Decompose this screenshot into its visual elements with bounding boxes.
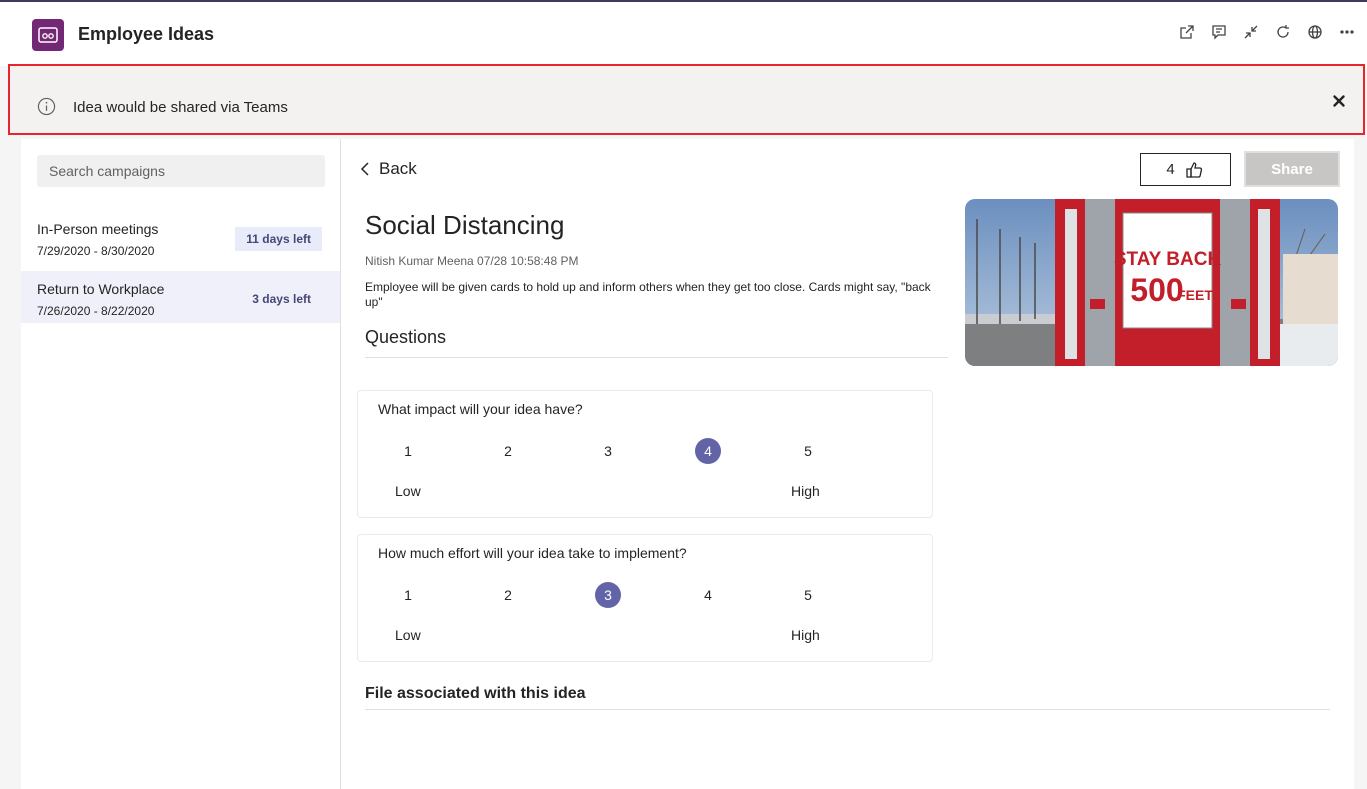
- popout-icon[interactable]: [1177, 22, 1197, 42]
- close-icon[interactable]: [1331, 93, 1347, 109]
- more-icon[interactable]: [1337, 22, 1357, 42]
- rating-option-2[interactable]: 2: [495, 438, 521, 464]
- scale-high-label: High: [791, 627, 820, 643]
- idea-description: Employee will be given cards to hold up …: [365, 280, 931, 309]
- idea-detail-panel: Back 4 Share Social Distancing Nitish Ku…: [341, 139, 1354, 789]
- chat-icon[interactable]: [1209, 22, 1229, 42]
- rating-option-1[interactable]: 1: [395, 582, 421, 608]
- like-button[interactable]: 4: [1140, 153, 1231, 186]
- app-header: Employee Ideas: [0, 0, 1367, 66]
- app-logo-icon: [32, 19, 64, 51]
- scale-high-label: High: [791, 483, 820, 499]
- idea-title: Social Distancing: [365, 210, 565, 240]
- sign-text-line1: STAY BACK: [1114, 249, 1222, 270]
- question-card-impact: What impact will your idea have? 1 2 3 4…: [357, 390, 933, 518]
- campaign-sidebar: In-Person meetings 7/29/2020 - 8/30/2020…: [21, 139, 341, 789]
- campaign-item-return-to-workplace[interactable]: Return to Workplace 7/26/2020 - 8/22/202…: [21, 271, 340, 323]
- campaign-dates: 7/26/2020 - 8/22/2020: [37, 304, 155, 318]
- thumbs-up-icon: [1186, 161, 1202, 178]
- divider: [365, 357, 948, 358]
- rating-option-4[interactable]: 4: [695, 438, 721, 464]
- info-icon: [37, 97, 56, 116]
- like-count: 4: [1166, 161, 1175, 178]
- campaign-dates: 7/29/2020 - 8/30/2020: [37, 244, 155, 258]
- scale-low-label: Low: [395, 627, 421, 643]
- banner-message: Idea would be shared via Teams: [73, 99, 288, 116]
- question-text: What impact will your idea have?: [378, 401, 583, 417]
- search-input[interactable]: [37, 155, 325, 187]
- campaign-name: Return to Workplace: [37, 281, 165, 297]
- idea-author-timestamp: Nitish Kumar Meena 07/28 10:58:48 PM: [365, 254, 579, 268]
- campaign-name: In-Person meetings: [37, 221, 159, 237]
- rating-option-3[interactable]: 3: [595, 438, 621, 464]
- question-text: How much effort will your idea take to i…: [378, 545, 687, 561]
- rating-option-5[interactable]: 5: [795, 438, 821, 464]
- back-label: Back: [379, 159, 417, 178]
- rating-option-5[interactable]: 5: [795, 582, 821, 608]
- days-left-badge: 3 days left: [252, 292, 311, 306]
- sign-text-line2: 500: [1130, 272, 1183, 308]
- notification-banner: Idea would be shared via Teams: [8, 64, 1365, 135]
- campaign-item-in-person-meetings[interactable]: In-Person meetings 7/29/2020 - 8/30/2020…: [21, 211, 340, 263]
- collapse-icon[interactable]: [1241, 22, 1261, 42]
- rating-option-3[interactable]: 3: [595, 582, 621, 608]
- idea-image: STAY BACK 500 FEET: [965, 199, 1338, 366]
- file-section-heading: File associated with this idea: [365, 685, 586, 702]
- question-card-effort: How much effort will your idea take to i…: [357, 534, 933, 662]
- chevron-left-icon: [360, 162, 369, 176]
- share-button[interactable]: Share: [1244, 151, 1340, 187]
- scale-low-label: Low: [395, 483, 421, 499]
- rating-option-1[interactable]: 1: [395, 438, 421, 464]
- app-title: Employee Ideas: [78, 24, 215, 44]
- sign-text-line3: FEET: [1177, 287, 1213, 303]
- header-actions: [1177, 22, 1357, 42]
- days-left-badge: 11 days left: [235, 227, 322, 251]
- globe-icon[interactable]: [1305, 22, 1325, 42]
- back-button[interactable]: Back: [359, 159, 417, 179]
- rating-option-2[interactable]: 2: [495, 582, 521, 608]
- refresh-icon[interactable]: [1273, 22, 1293, 42]
- questions-heading: Questions: [365, 327, 447, 347]
- rating-option-4[interactable]: 4: [695, 582, 721, 608]
- divider: [365, 709, 1330, 710]
